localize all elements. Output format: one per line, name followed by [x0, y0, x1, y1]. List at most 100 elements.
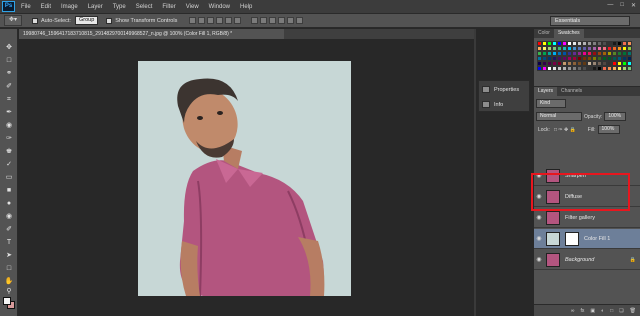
lock-label: Lock: — [538, 126, 550, 133]
move-tool-preset-icon[interactable]: ✥▾ — [4, 15, 22, 26]
distribute-bottom-icon[interactable] — [269, 17, 277, 24]
eyedropper-tool-icon[interactable]: ✒ — [4, 108, 14, 117]
menu-edit[interactable]: Edit — [41, 4, 51, 10]
show-transform-checkbox[interactable] — [106, 17, 113, 24]
distribute-right-icon[interactable] — [296, 17, 304, 24]
history-brush-icon[interactable]: ✓ — [4, 160, 14, 169]
layer-thumbnail — [546, 252, 560, 267]
properties-label: Properties — [494, 86, 520, 93]
menu-layer[interactable]: Layer — [88, 4, 103, 10]
foreground-color-swatch[interactable] — [3, 297, 11, 305]
tab-color[interactable]: Color — [534, 29, 554, 38]
fx-icon[interactable]: fx — [580, 308, 584, 314]
delete-layer-icon[interactable]: 🗑 — [630, 308, 636, 314]
zoom-tool-icon[interactable]: ⚲ — [4, 287, 14, 296]
menu-bar: Ps File Edit Image Layer Type Select Fil… — [0, 0, 640, 13]
fill-layer-thumbnail — [546, 231, 560, 246]
workspace-switcher[interactable]: Essentials — [550, 16, 630, 26]
visibility-eye-icon[interactable]: ◉ — [534, 235, 544, 242]
layer-row[interactable]: ◉ Background 🔒 — [534, 250, 640, 270]
menu-file[interactable]: File — [21, 4, 31, 10]
align-left-icon[interactable] — [216, 17, 224, 24]
dodge-tool-icon[interactable]: ◉ — [4, 212, 14, 221]
maximize-icon[interactable]: □ — [620, 2, 624, 9]
auto-select-checkbox[interactable] — [32, 17, 38, 24]
layer-row-selected[interactable]: ◉ Color Fill 1 — [534, 229, 640, 249]
move-tool-icon[interactable]: ✥ — [4, 43, 14, 52]
tab-layers[interactable]: Layers — [534, 87, 558, 96]
align-bottom-icon[interactable] — [207, 17, 215, 24]
eraser-tool-icon[interactable]: ▭ — [4, 173, 14, 182]
opacity-input[interactable]: 100% — [604, 112, 627, 121]
canvas-image[interactable] — [138, 61, 351, 296]
window-controls: — □ ✕ — [600, 2, 636, 9]
align-middle-icon[interactable] — [198, 17, 206, 24]
clone-stamp-icon[interactable]: ♚ — [4, 147, 14, 156]
layer-row[interactable]: ◉ Filter gallery — [534, 208, 640, 228]
distribute-middle-icon[interactable] — [260, 17, 268, 24]
new-group-icon[interactable]: □ — [610, 308, 613, 314]
highlight-annotation-box — [531, 173, 630, 211]
blend-mode-dropdown[interactable]: Normal — [536, 112, 582, 121]
close-icon[interactable]: ✕ — [631, 2, 636, 9]
path-select-tool-icon[interactable]: ➤ — [4, 251, 14, 260]
menu-image[interactable]: Image — [61, 4, 78, 10]
collapsed-panels: Properties Info — [478, 80, 530, 112]
gradient-tool-icon[interactable]: ■ — [4, 186, 14, 195]
lasso-tool-icon[interactable]: ⚭ — [4, 69, 14, 78]
menu-type[interactable]: Type — [113, 4, 126, 10]
portrait-illustration — [177, 78, 325, 296]
menu-view[interactable]: View — [186, 4, 199, 10]
marquee-tool-icon[interactable]: □ — [4, 56, 14, 65]
distribute-top-icon[interactable] — [251, 17, 259, 24]
layers-channels-tabs: Layers Channels — [534, 87, 640, 96]
minimize-icon[interactable]: — — [607, 2, 613, 9]
layer-name: Filter gallery — [565, 214, 595, 221]
distribute-icons — [251, 17, 305, 24]
pen-tool-icon[interactable]: ✐ — [4, 225, 14, 234]
blur-tool-icon[interactable]: ● — [4, 199, 14, 208]
kind-filter-dropdown[interactable]: Kind — [536, 99, 566, 108]
fill-label: Fill: — [587, 126, 596, 133]
new-layer-icon[interactable]: ❏ — [619, 308, 623, 314]
menu-window[interactable]: Window — [209, 4, 230, 10]
shape-tool-icon[interactable]: □ — [4, 264, 14, 273]
menu-select[interactable]: Select — [136, 4, 153, 10]
adjustment-layer-icon[interactable]: ◐ — [601, 308, 604, 314]
tab-swatches[interactable]: Swatches — [553, 29, 584, 38]
layer-thumbnail — [546, 210, 560, 225]
document-tab[interactable]: 19980746_1596417183710815_29148297001499… — [19, 29, 284, 39]
menu-items: File Edit Image Layer Type Select Filter… — [21, 4, 262, 10]
crop-tool-icon[interactable]: ⌗ — [4, 95, 14, 104]
align-top-icon[interactable] — [189, 17, 197, 24]
lock-icons[interactable]: □ ✑ ✥ 🔒 — [554, 127, 576, 133]
properties-icon — [482, 86, 490, 93]
info-label: Info — [494, 101, 504, 108]
hand-tool-icon[interactable]: ✋ — [4, 277, 14, 286]
type-tool-icon[interactable]: T — [4, 238, 14, 247]
menu-filter[interactable]: Filter — [162, 4, 175, 10]
quick-select-tool-icon[interactable]: ✐ — [4, 82, 14, 91]
healing-brush-icon[interactable]: ◉ — [4, 121, 14, 130]
opacity-label: Opacity: — [584, 113, 603, 120]
color-swatch[interactable] — [627, 66, 632, 71]
layer-filter-row: Kind — [536, 99, 638, 108]
visibility-eye-icon[interactable]: ◉ — [534, 256, 544, 263]
menu-help[interactable]: Help — [240, 4, 252, 10]
link-layers-icon[interactable]: ∞ — [571, 308, 575, 314]
tab-channels[interactable]: Channels — [557, 87, 586, 96]
align-right-icon[interactable] — [234, 17, 242, 24]
auto-select-dropdown[interactable]: Group — [74, 16, 99, 25]
distribute-left-icon[interactable] — [278, 17, 286, 24]
brush-tool-icon[interactable]: ✑ — [4, 134, 14, 143]
properties-panel-button[interactable]: Properties — [479, 83, 529, 96]
fill-input[interactable]: 100% — [597, 125, 620, 134]
layers-footer: ∞ fx ▣ ◐ □ ❏ 🗑 — [534, 304, 640, 316]
add-mask-icon[interactable]: ▣ — [590, 308, 595, 314]
info-panel-button[interactable]: Info — [479, 98, 529, 111]
visibility-eye-icon[interactable]: ◉ — [534, 214, 544, 221]
lock-icon: 🔒 — [629, 256, 636, 263]
align-center-icon[interactable] — [225, 17, 233, 24]
distribute-center-icon[interactable] — [287, 17, 295, 24]
align-icons — [189, 17, 243, 24]
